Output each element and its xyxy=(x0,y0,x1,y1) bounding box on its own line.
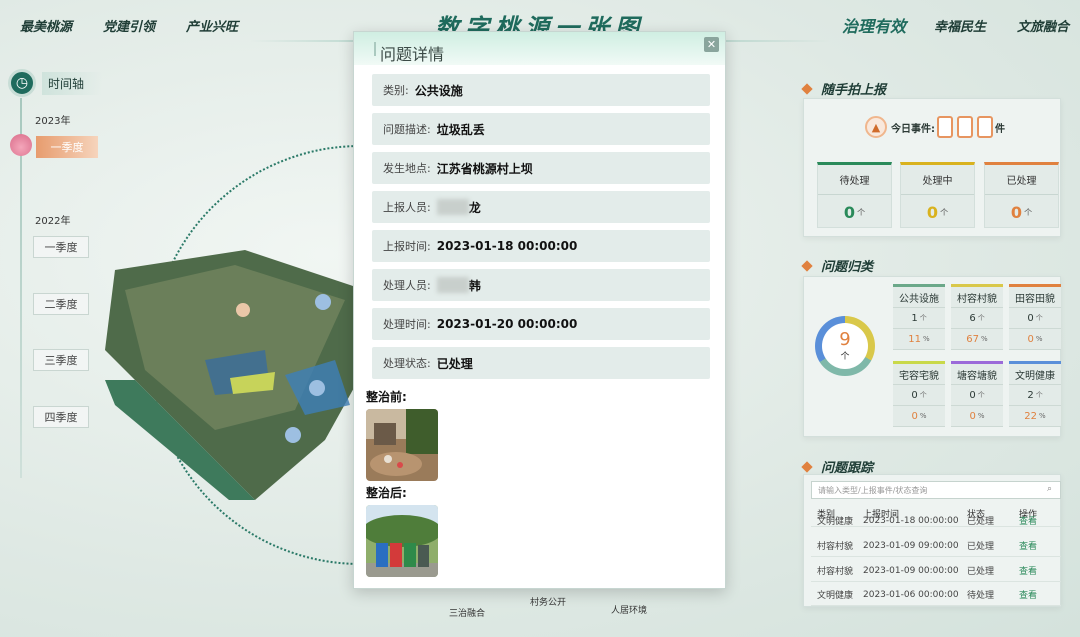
field-handler: 处理人员: 韩 xyxy=(372,269,710,301)
digit-box xyxy=(937,116,953,138)
table-row: 村容村貌 2023-01-09 00:00:00 已处理 查看 xyxy=(811,560,1061,582)
diamond-icon xyxy=(801,259,813,272)
field-location: 发生地点: 江苏省桃源村上坝 xyxy=(372,152,710,184)
redacted-name xyxy=(436,277,469,293)
nav-item-party[interactable]: 党建引领 xyxy=(103,16,155,35)
search-icon[interactable]: ⌕ xyxy=(1047,484,1052,494)
nav-item-livelihood[interactable]: 幸福民生 xyxy=(934,16,986,35)
view-link[interactable]: 查看 xyxy=(1019,588,1059,601)
timeline-header: ◷ 时间轴 xyxy=(8,69,108,97)
before-label: 整治前: xyxy=(366,390,407,404)
field-status: 处理状态: 已处理 xyxy=(372,347,710,379)
timeline-label: 时间轴 xyxy=(42,71,103,95)
bottom-item-governance[interactable]: 三治融合 xyxy=(449,606,485,619)
digit-box xyxy=(977,116,993,138)
view-link[interactable]: 查看 xyxy=(1019,515,1059,526)
table-row: 文明健康 2023-01-06 00:00:00 待处理 查看 xyxy=(811,584,1061,606)
tracking-search-input[interactable]: 请输入类型/上报事件/状态查询 xyxy=(811,481,1061,499)
field-description: 问题描述: 垃圾乱丢 xyxy=(372,113,710,145)
category-card-village[interactable]: 村容村貌 6个 67% xyxy=(951,284,1003,350)
report-panel-title: 随手拍上报 xyxy=(801,79,886,98)
redacted-name xyxy=(436,199,469,215)
timeline-quarter-1[interactable]: 一季度 xyxy=(33,236,89,258)
after-photo[interactable] xyxy=(366,505,438,577)
map-building-icon[interactable] xyxy=(285,427,301,443)
table-row: 村容村貌 2023-01-09 09:00:00 已处理 查看 xyxy=(811,535,1061,557)
bottom-item-affairs[interactable]: 村务公开 xyxy=(530,595,566,608)
category-total: 9 xyxy=(839,328,851,350)
table-row: 文明健康 2023-01-18 00:00:00 已处理 查看 xyxy=(811,515,1061,527)
issue-detail-modal: 问题详情 ✕ 类别: 公共设施 问题描述: 垃圾乱丢 发生地点: 江苏省桃源村上坝 上… xyxy=(353,31,726,589)
stat-pending[interactable]: 待处理 0个 xyxy=(817,162,892,228)
bottom-item-environment[interactable]: 人居环境 xyxy=(611,603,647,616)
close-icon[interactable]: ✕ xyxy=(704,37,719,52)
map-building-icon[interactable] xyxy=(315,294,331,310)
stat-done[interactable]: 已处理 0个 xyxy=(984,162,1059,228)
field-reporter: 上报人员: 龙 xyxy=(372,191,710,223)
view-link[interactable]: 查看 xyxy=(1019,539,1059,552)
view-link[interactable]: 查看 xyxy=(1019,564,1059,577)
timeline-quarter-active[interactable]: 一季度 xyxy=(36,136,98,158)
diamond-icon xyxy=(801,82,813,95)
category-card-field[interactable]: 田容田貌 0个 0% xyxy=(1009,284,1061,350)
modal-title: 问题详情 xyxy=(380,45,445,64)
today-events: ▲ 今日事件: 件 xyxy=(865,116,1005,138)
timeline-year-2023: 2023年 xyxy=(35,116,71,127)
modal-header: 问题详情 ✕ xyxy=(354,32,725,65)
after-label: 整治后: xyxy=(366,486,407,500)
clock-icon: ◷ xyxy=(8,69,36,97)
field-category: 类别: 公共设施 xyxy=(372,74,710,106)
digit-box xyxy=(957,116,973,138)
category-card-house[interactable]: 宅容宅貌 0个 0% xyxy=(893,361,945,427)
alarm-icon: ▲ xyxy=(865,116,887,138)
diamond-icon xyxy=(801,460,813,473)
category-card-civility[interactable]: 文明健康 2个 22% xyxy=(1009,361,1061,427)
nav-item-beauty[interactable]: 最美桃源 xyxy=(20,16,72,35)
category-panel-title: 问题归类 xyxy=(801,256,873,275)
village-map[interactable] xyxy=(95,230,385,500)
nav-item-governance[interactable]: 治理有效 xyxy=(842,13,906,37)
timeline-quarter-4[interactable]: 四季度 xyxy=(33,406,89,428)
timeline-quarter-2[interactable]: 二季度 xyxy=(33,293,89,315)
stat-processing[interactable]: 处理中 0个 xyxy=(900,162,975,228)
timeline-quarter-3[interactable]: 三季度 xyxy=(33,349,89,371)
lotus-marker-icon xyxy=(10,134,32,156)
category-card-pond[interactable]: 塘容塘貌 0个 0% xyxy=(951,361,1003,427)
field-report-time: 上报时间: 2023-01-18 00:00:00 xyxy=(372,230,710,262)
timeline-year-2022: 2022年 xyxy=(35,216,71,227)
field-handle-time: 处理时间: 2023-01-20 00:00:00 xyxy=(372,308,710,340)
before-photo[interactable] xyxy=(366,409,438,481)
nav-item-tourism[interactable]: 文旅融合 xyxy=(1017,16,1069,35)
map-building-icon[interactable] xyxy=(309,380,325,396)
category-ring-chart: 9个 xyxy=(815,316,875,376)
nav-item-industry[interactable]: 产业兴旺 xyxy=(186,16,238,35)
map-pin-icon[interactable] xyxy=(236,303,250,317)
category-card-public[interactable]: 公共设施 1个 11% xyxy=(893,284,945,350)
